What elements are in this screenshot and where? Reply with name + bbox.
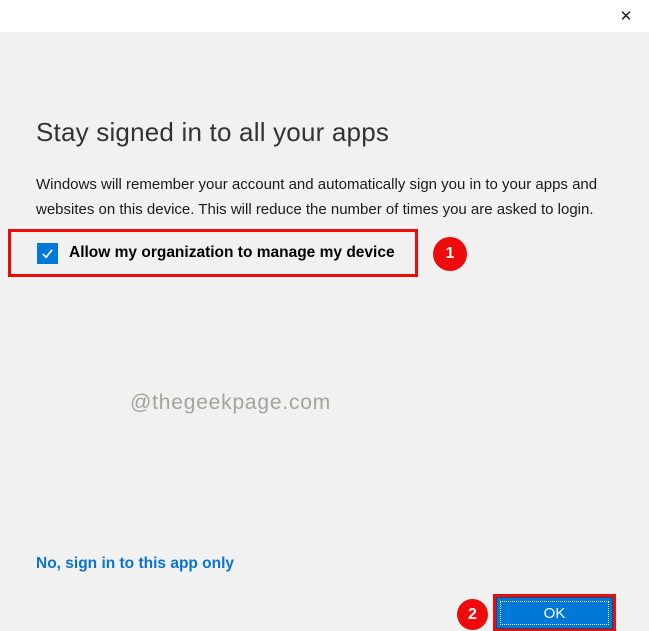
dialog-description: Windows will remember your account and a…	[36, 172, 597, 222]
watermark-text: @thegeekpage.com	[130, 391, 331, 415]
close-icon: ✕	[620, 7, 633, 25]
sign-in-dialog-window: ✕ Stay signed in to all your apps Window…	[0, 0, 649, 631]
step-2-number: 2	[468, 606, 477, 624]
step-2-badge: 2	[457, 599, 488, 630]
sign-in-this-app-only-link[interactable]: No, sign in to this app only	[36, 555, 234, 573]
step-1-highlight-box: Allow my organization to manage my devic…	[8, 229, 418, 277]
ok-button[interactable]: OK	[496, 597, 613, 629]
titlebar: ✕	[0, 0, 649, 32]
allow-org-manage-label[interactable]: Allow my organization to manage my devic…	[69, 244, 395, 262]
step-2-highlight-box: OK	[493, 594, 616, 631]
close-button[interactable]: ✕	[610, 3, 642, 29]
description-line-1: Windows will remember your account and a…	[36, 172, 597, 197]
check-icon	[40, 246, 55, 261]
dialog-body: Stay signed in to all your apps Windows …	[0, 32, 649, 631]
allow-org-manage-checkbox[interactable]	[37, 243, 58, 264]
dialog-title: Stay signed in to all your apps	[36, 117, 389, 148]
description-line-2: websites on this device. This will reduc…	[36, 197, 597, 222]
step-1-badge: 1	[433, 237, 467, 271]
step-1-number: 1	[446, 245, 455, 263]
